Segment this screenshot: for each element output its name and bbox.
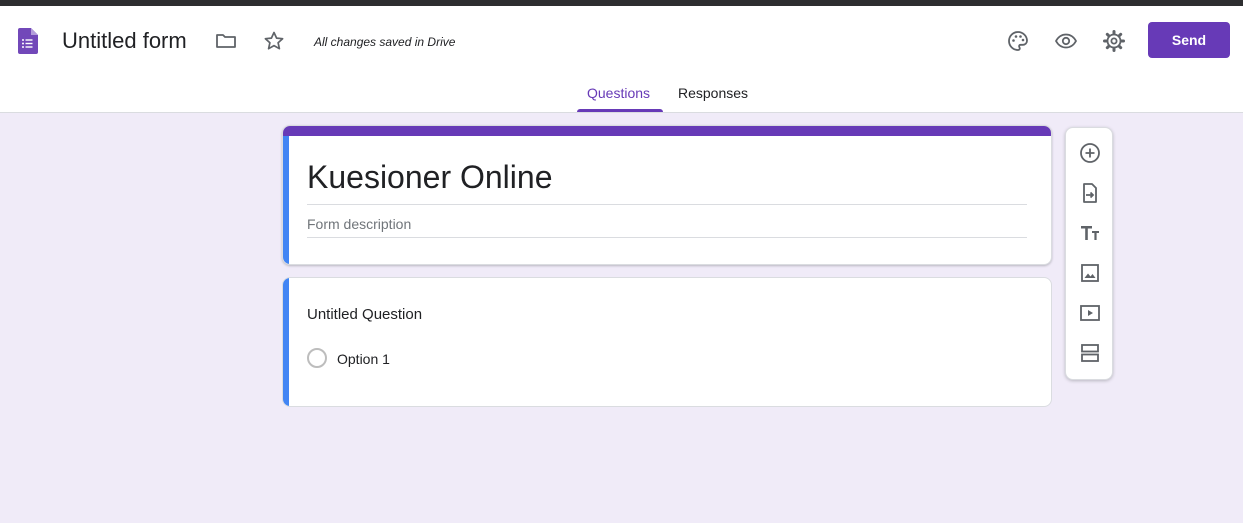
radio-option-1[interactable]: [307, 348, 327, 368]
app-header: Untitled form All changes saved in Drive: [0, 6, 1243, 113]
add-question-icon[interactable]: [1077, 140, 1103, 166]
section-icon[interactable]: [1077, 340, 1103, 366]
palette-icon[interactable]: [1005, 28, 1031, 54]
video-icon[interactable]: [1077, 300, 1103, 326]
question-card-accent: [283, 278, 289, 406]
tab-responses[interactable]: Responses: [678, 85, 748, 101]
save-status: All changes saved in Drive: [314, 35, 456, 49]
title-text-icon[interactable]: [1077, 220, 1103, 246]
description-underline: [307, 237, 1027, 238]
image-icon[interactable]: [1077, 260, 1103, 286]
title-card-accent: [283, 136, 289, 264]
question-card[interactable]: Untitled Question Option 1: [282, 277, 1052, 407]
doc-title[interactable]: Untitled form: [62, 28, 187, 54]
eye-icon[interactable]: [1053, 28, 1079, 54]
option-label[interactable]: Option 1: [337, 351, 390, 367]
title-underline: [307, 204, 1027, 205]
tab-questions[interactable]: Questions: [587, 85, 650, 101]
folder-icon[interactable]: [213, 28, 239, 54]
star-icon[interactable]: [261, 28, 287, 54]
title-card-topbar: [283, 126, 1051, 136]
send-button[interactable]: Send: [1148, 22, 1230, 58]
question-title[interactable]: Untitled Question: [307, 306, 422, 323]
floating-toolbar: [1065, 127, 1113, 380]
form-description-input[interactable]: Form description: [307, 216, 411, 232]
active-tab-indicator: [577, 109, 663, 112]
form-title-card: Kuesioner Online Form description: [282, 125, 1052, 265]
gear-icon[interactable]: [1101, 28, 1127, 54]
forms-logo-icon[interactable]: [18, 28, 38, 54]
import-questions-icon[interactable]: [1077, 180, 1103, 206]
form-title[interactable]: Kuesioner Online: [307, 159, 552, 196]
